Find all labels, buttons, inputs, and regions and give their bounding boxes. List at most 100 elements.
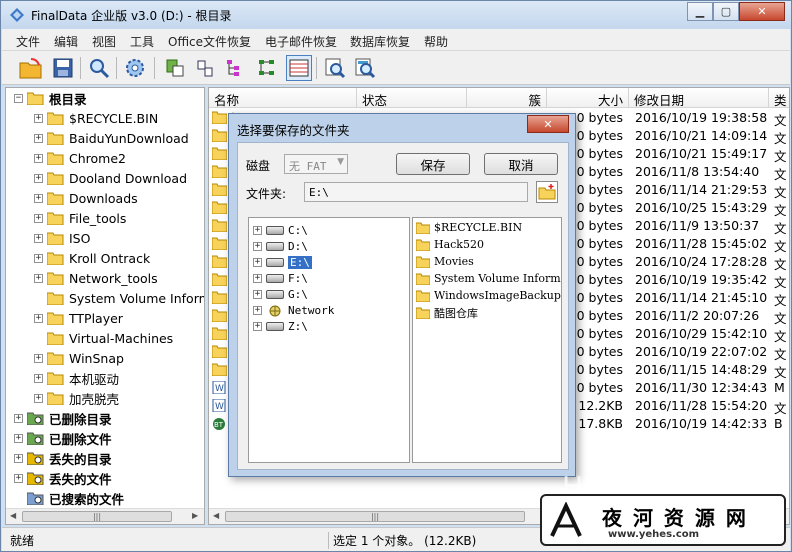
folder-list: $RECYCLE.BIN Hack520 Movies System Volume I… bbox=[412, 217, 562, 463]
drive-item[interactable]: + Z:\ bbox=[253, 318, 308, 335]
tree-folder[interactable]: + Network_tools bbox=[34, 268, 158, 288]
expand-icon[interactable]: + bbox=[14, 433, 23, 443]
expand-icon[interactable]: + bbox=[253, 290, 262, 299]
expand-icon[interactable]: + bbox=[34, 353, 43, 363]
expand-icon[interactable]: + bbox=[253, 322, 262, 331]
expand-icon[interactable]: + bbox=[34, 113, 43, 123]
find-next-icon[interactable] bbox=[352, 55, 378, 81]
dialog-folder-item[interactable]: $RECYCLE.BIN bbox=[416, 219, 522, 236]
dialog-folder-item[interactable]: Hack520 bbox=[416, 236, 484, 253]
tree-folder[interactable]: + Dooland Download bbox=[34, 168, 187, 188]
column-cluster[interactable]: 簇 bbox=[467, 88, 547, 108]
drive-item[interactable]: + E:\ bbox=[253, 254, 312, 271]
minimize-button[interactable]: ▁ bbox=[687, 2, 713, 21]
expand-icon[interactable]: + bbox=[34, 193, 43, 203]
tree-folder[interactable]: + Kroll Ontrack bbox=[34, 248, 150, 268]
tree-view-icon[interactable] bbox=[254, 55, 280, 81]
collapse-icon[interactable]: − bbox=[14, 93, 23, 103]
tree-special-folder[interactable]: + 已删除文件 bbox=[14, 428, 112, 448]
drive-item[interactable]: + Network bbox=[253, 302, 334, 319]
expand-icon[interactable]: + bbox=[34, 173, 43, 183]
cancel-button[interactable]: 取消 bbox=[484, 153, 558, 175]
tree-folder[interactable]: + ISO bbox=[34, 228, 90, 248]
expand-icon[interactable]: + bbox=[14, 473, 23, 483]
expand-icon[interactable]: + bbox=[34, 133, 43, 143]
dialog-folder-item[interactable]: Movies bbox=[416, 253, 474, 270]
menu-tools[interactable]: 工具 bbox=[130, 33, 154, 50]
expand-icon[interactable]: + bbox=[253, 274, 262, 283]
tree-folder[interactable]: + TTPlayer bbox=[34, 308, 123, 328]
tree-folder[interactable]: Virtual-Machines bbox=[34, 328, 173, 348]
expand-icon[interactable]: + bbox=[34, 153, 43, 163]
open-folder-icon[interactable] bbox=[18, 55, 44, 81]
menu-view[interactable]: 视图 bbox=[92, 33, 116, 50]
drive-item[interactable]: + D:\ bbox=[253, 238, 308, 255]
maximize-button[interactable]: ▢ bbox=[713, 2, 739, 21]
small-icons-icon[interactable] bbox=[192, 55, 218, 81]
expand-icon[interactable]: + bbox=[34, 273, 43, 283]
tree-folder[interactable]: + 本机驱动 bbox=[34, 368, 119, 388]
scroll-right-icon[interactable]: ▶ bbox=[192, 511, 198, 520]
tree-special-folder[interactable]: + 丢失的文件 bbox=[14, 468, 112, 488]
menu-email-recovery[interactable]: 电子邮件恢复 bbox=[265, 33, 337, 50]
tree-folder[interactable]: + BaiduYunDownload bbox=[34, 128, 189, 148]
dialog-folder-item[interactable]: System Volume Informa bbox=[416, 270, 561, 287]
expand-icon[interactable]: + bbox=[253, 306, 262, 315]
tree-folder[interactable]: + File_tools bbox=[34, 208, 126, 228]
menu-database-recovery[interactable]: 数据库恢复 bbox=[350, 33, 410, 50]
new-folder-button[interactable] bbox=[536, 181, 558, 203]
find-icon[interactable] bbox=[322, 55, 348, 81]
expand-icon[interactable]: + bbox=[34, 253, 43, 263]
column-name[interactable]: 名称 bbox=[209, 88, 357, 108]
disk-select[interactable]: 无 FAT ▼ bbox=[284, 154, 348, 174]
scroll-thumb[interactable]: ||| bbox=[225, 511, 525, 522]
drive-item[interactable]: + F:\ bbox=[253, 270, 308, 287]
expand-icon[interactable]: + bbox=[253, 242, 262, 251]
expand-icon[interactable]: + bbox=[14, 453, 23, 463]
tree-special-folder[interactable]: + 丢失的目录 bbox=[14, 448, 112, 468]
search-icon[interactable] bbox=[86, 55, 112, 81]
tree-special-folder[interactable]: + 已删除目录 bbox=[14, 408, 112, 428]
expand-icon[interactable]: + bbox=[34, 393, 43, 403]
tree-folder[interactable]: System Volume Inform bbox=[34, 288, 204, 308]
scroll-thumb[interactable]: ||| bbox=[22, 511, 172, 522]
drive-item[interactable]: + G:\ bbox=[253, 286, 308, 303]
save-disk-icon[interactable] bbox=[50, 55, 76, 81]
dialog-folder-item[interactable]: 酷图仓库 bbox=[416, 304, 478, 321]
large-icons-icon[interactable] bbox=[162, 55, 188, 81]
tree-folder[interactable]: + WinSnap bbox=[34, 348, 124, 368]
column-status[interactable]: 状态 bbox=[357, 88, 467, 108]
list-view-icon[interactable] bbox=[222, 55, 248, 81]
menu-edit[interactable]: 编辑 bbox=[54, 33, 78, 50]
dialog-folder-item[interactable]: WindowsImageBackup bbox=[416, 287, 561, 304]
column-type[interactable]: 类 bbox=[769, 88, 789, 108]
details-view-icon[interactable] bbox=[286, 55, 312, 81]
expand-icon[interactable]: + bbox=[34, 213, 43, 223]
tree-root[interactable]: − 根目录 bbox=[14, 88, 87, 108]
tree-special-folder[interactable]: 已搜索的文件 bbox=[14, 488, 124, 508]
settings-gear-icon[interactable] bbox=[122, 55, 148, 81]
expand-icon[interactable]: + bbox=[34, 233, 43, 243]
expand-icon[interactable]: + bbox=[34, 373, 43, 383]
save-button[interactable]: 保存 bbox=[396, 153, 470, 175]
expand-icon[interactable]: + bbox=[253, 258, 262, 267]
expand-icon[interactable]: + bbox=[253, 226, 262, 235]
column-size[interactable]: 大小 bbox=[547, 88, 629, 108]
scroll-left-icon[interactable]: ◀ bbox=[213, 511, 219, 520]
dialog-close-button[interactable]: ✕ bbox=[527, 115, 569, 133]
expand-icon[interactable]: + bbox=[14, 413, 23, 423]
expand-icon[interactable]: + bbox=[34, 313, 43, 323]
tree-folder[interactable]: + Downloads bbox=[34, 188, 138, 208]
folder-path-field[interactable]: E:\ bbox=[304, 182, 528, 202]
drive-item[interactable]: + C:\ bbox=[253, 222, 308, 239]
tree-folder[interactable]: + 加壳脱壳 bbox=[34, 388, 119, 408]
tree-folder[interactable]: + $RECYCLE.BIN bbox=[34, 108, 158, 128]
close-button[interactable]: ✕ bbox=[739, 2, 785, 21]
column-modified[interactable]: 修改日期 bbox=[629, 88, 769, 108]
tree-folder[interactable]: + Chrome2 bbox=[34, 148, 126, 168]
scroll-left-icon[interactable]: ◀ bbox=[10, 511, 16, 520]
menu-office-recovery[interactable]: Office文件恢复 bbox=[168, 33, 251, 50]
menu-help[interactable]: 帮助 bbox=[424, 33, 448, 50]
menu-file[interactable]: 文件 bbox=[16, 33, 40, 50]
tree-horizontal-scrollbar[interactable]: ◀ ||| ▶ bbox=[6, 508, 204, 524]
